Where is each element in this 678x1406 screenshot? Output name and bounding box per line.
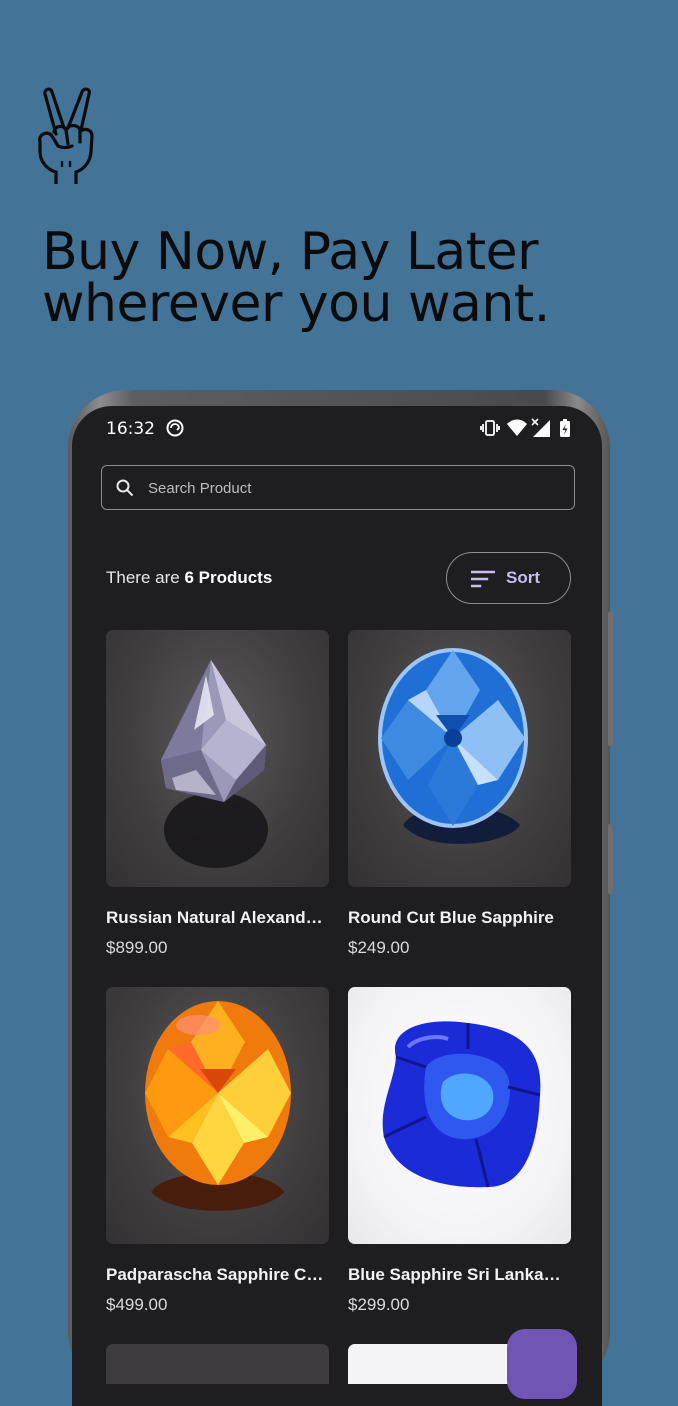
- floating-action-button[interactable]: [507, 1329, 577, 1399]
- product-name: Blue Sapphire Sri Lankan Cushion: [348, 1265, 570, 1284]
- product-name: Russian Natural Alexandrite: [106, 908, 328, 927]
- product-image: [106, 630, 329, 887]
- search-icon: [116, 479, 134, 497]
- product-card[interactable]: Blue Sapphire Sri Lankan Cushion $299.00: [348, 987, 571, 1315]
- app-screen: 16:32 There are 6 Produ: [72, 406, 602, 1406]
- product-name: Padparascha Sapphire Ceylon: [106, 1265, 328, 1284]
- sort-button[interactable]: Sort: [446, 552, 571, 604]
- battery-icon: [560, 419, 570, 437]
- vibrate-icon: [480, 420, 500, 436]
- sort-icon: [471, 570, 495, 588]
- blue-sapphire-gem-image: [378, 648, 528, 844]
- signal-icon: [531, 418, 550, 437]
- alexandrite-gem-image: [161, 660, 268, 868]
- product-price: $249.00: [348, 938, 410, 957]
- promo-headline: Buy Now, Pay Later wherever you want.: [42, 226, 550, 330]
- status-time: 16:32: [106, 419, 155, 439]
- product-card-partial[interactable]: [106, 1344, 329, 1384]
- phone-volume-button: [608, 612, 613, 746]
- headline-line-2: wherever you want.: [42, 274, 550, 334]
- status-bar: 16:32: [72, 406, 602, 452]
- sync-icon: [166, 419, 184, 437]
- product-price: $899.00: [106, 938, 168, 957]
- peace-hand-icon: [38, 87, 94, 184]
- product-name: Round Cut Blue Sapphire: [348, 908, 554, 927]
- product-count-text: There are 6 Products: [106, 568, 272, 588]
- product-count-value: 6 Products: [184, 568, 273, 587]
- padparascha-gem-image: [145, 1001, 291, 1211]
- product-price: $499.00: [106, 1295, 168, 1314]
- phone-power-button: [608, 824, 613, 894]
- search-box[interactable]: [101, 465, 575, 511]
- wifi-icon: [507, 419, 527, 436]
- product-image: [348, 630, 571, 887]
- search-input[interactable]: [146, 466, 560, 511]
- headline-line-1: Buy Now, Pay Later: [42, 222, 539, 282]
- product-card[interactable]: Padparascha Sapphire Ceylon $499.00: [106, 987, 329, 1315]
- cushion-sapphire-gem-image: [382, 1021, 541, 1188]
- product-card[interactable]: Round Cut Blue Sapphire $249.00: [348, 630, 571, 958]
- product-image: [348, 987, 571, 1244]
- sort-label: Sort: [506, 568, 540, 587]
- product-count-prefix: There are: [106, 568, 180, 587]
- product-image: [106, 987, 329, 1244]
- product-price: $299.00: [348, 1295, 410, 1314]
- product-card[interactable]: Russian Natural Alexandrite $899.00: [106, 630, 329, 958]
